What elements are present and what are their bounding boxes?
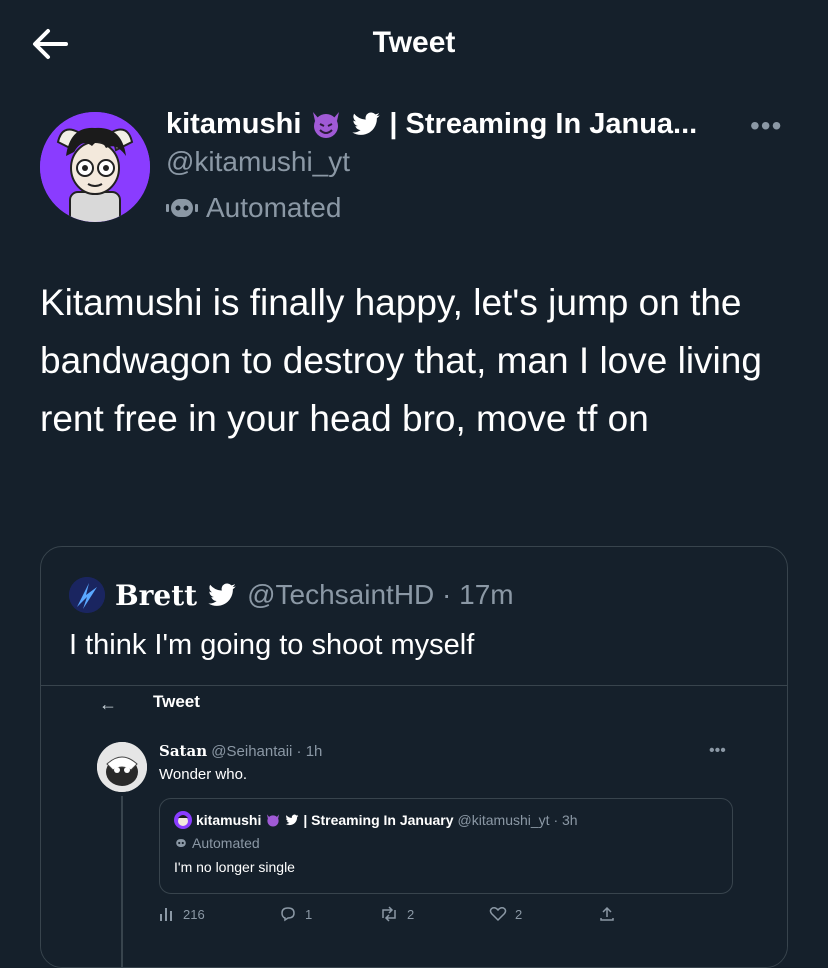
screenshot-title: Tweet [153, 692, 200, 711]
automated-label: Automated [206, 192, 342, 223]
more-options-icon[interactable]: ••• [750, 110, 782, 142]
retweet-icon [382, 906, 396, 922]
views-chart-icon [160, 908, 172, 921]
screenshot-back-arrow-icon: ← [99, 694, 117, 714]
screenshot-tweet-header: Satan @Seihantaii · 1h [159, 742, 322, 760]
thread-line [121, 796, 123, 967]
like-count: 2 [515, 906, 523, 922]
screenshot-card-suffix: | Streaming In January [303, 812, 454, 828]
tweet-text: Kitamushi is finally happy, let's jump o… [40, 282, 762, 439]
screenshot-author-avatar [97, 742, 147, 792]
twitter-bird-icon [208, 583, 236, 606]
author-handle[interactable]: @kitamushi_yt [166, 146, 350, 178]
twitter-bird-icon [285, 814, 299, 826]
author-name[interactable]: kitamushi [166, 108, 301, 141]
screenshot-action-bar: 216 1 2 2 [159, 906, 639, 922]
reply-count: 1 [305, 906, 313, 922]
screenshot-quoted-card: kitamushi | Streaming In January @kitamu… [159, 798, 733, 894]
share-icon [600, 906, 614, 921]
embedded-screenshot: ← Tweet Satan @Seihantaii · 1h ••• Wonde… [41, 685, 787, 967]
masked-figure-avatar-icon [97, 742, 147, 792]
quoted-tweet-text: I think I'm going to shoot myself [69, 629, 475, 661]
views-count: 216 [183, 906, 205, 922]
quoted-author-handle: @TechsaintHD · 17m [247, 579, 514, 610]
author-avatar[interactable] [40, 112, 150, 222]
screenshot-author-handle: @Seihantaii · 1h [211, 743, 323, 760]
devil-emoji-icon [313, 112, 340, 138]
avatar-illustration [40, 112, 150, 222]
robot-icon [166, 199, 198, 217]
screenshot-tweet-text: Wonder who. [159, 766, 248, 783]
small-avatar-icon [174, 811, 192, 829]
automated-label-row: Automated [166, 192, 341, 224]
quoted-tweet-card[interactable]: Brett @TechsaintHD · 17m I think I'm goi… [40, 546, 788, 968]
devil-emoji-icon [267, 814, 280, 827]
screenshot-more-icon: ••• [709, 742, 726, 759]
twitter-bird-icon [352, 112, 381, 135]
screenshot-card-automated: Automated [174, 835, 260, 851]
screenshot-author-name: Satan [159, 742, 208, 760]
screenshot-card-text: I'm no longer single [174, 859, 295, 875]
top-bar: Tweet [0, 0, 828, 90]
page-title: Tweet [372, 26, 456, 59]
screenshot-card-automated-label: Automated [192, 835, 260, 851]
quoted-author-avatar[interactable] [69, 577, 105, 613]
screenshot-card-header: kitamushi | Streaming In January @kitamu… [174, 811, 578, 829]
views-action: 216 [159, 907, 279, 922]
screenshot-card-handle: @kitamushi_yt · 3h [457, 812, 578, 828]
retweet-action: 2 [379, 906, 489, 922]
robot-icon [176, 839, 186, 847]
lightning-avatar-icon [69, 577, 105, 613]
author-name-suffix: | Streaming In Janua... [389, 107, 698, 140]
reply-action: 1 [279, 906, 379, 922]
author-name-row: kitamushi | Streaming In Janua... [166, 104, 697, 144]
like-action: 2 [489, 906, 599, 922]
screenshot-card-name: kitamushi [196, 812, 262, 828]
quoted-author-name[interactable]: Brett [115, 579, 197, 612]
retweet-count: 2 [407, 906, 415, 922]
share-action [599, 906, 615, 922]
heart-icon [489, 907, 507, 922]
reply-icon [281, 907, 295, 922]
quoted-tweet-header: Brett @TechsaintHD · 17m [69, 577, 514, 613]
